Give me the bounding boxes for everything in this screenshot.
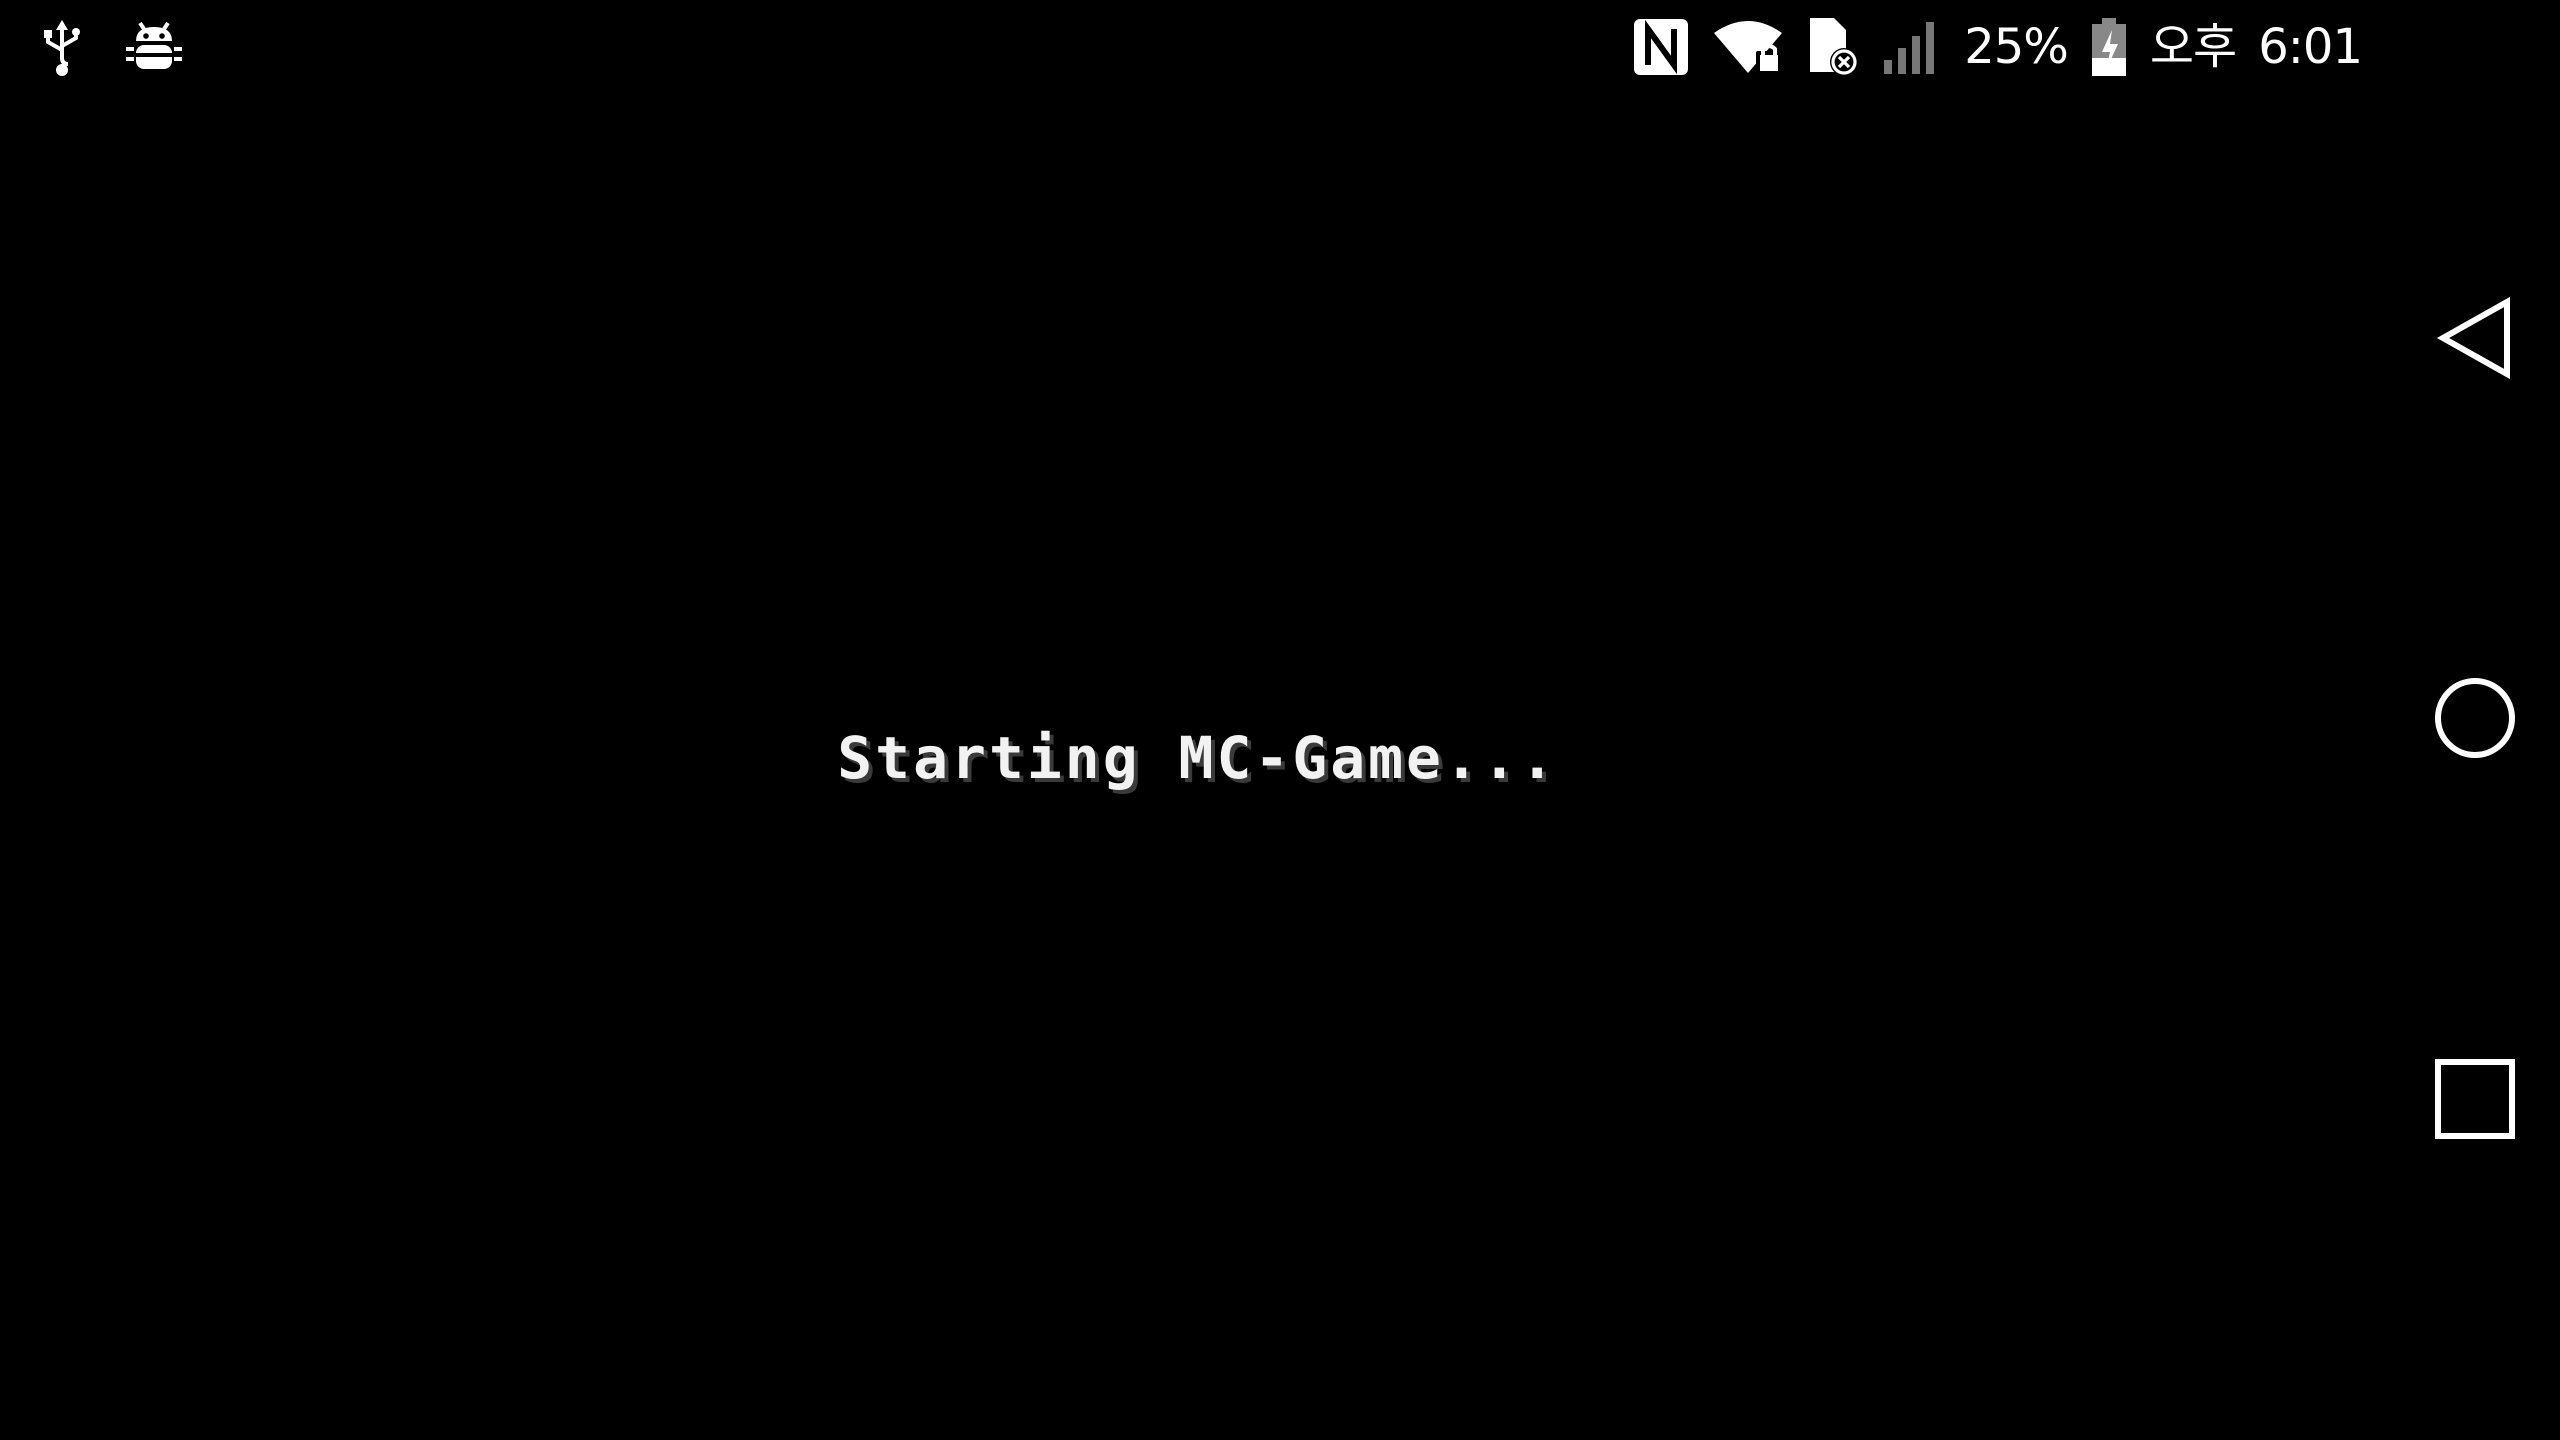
status-ampm: 오후 <box>2149 19 2237 75</box>
android-debug-icon <box>126 19 182 77</box>
wifi-locked-icon <box>1712 17 1784 77</box>
back-button[interactable] <box>2390 265 2560 415</box>
signal-icon <box>1882 18 1942 76</box>
recents-button[interactable] <box>2390 1026 2560 1176</box>
status-time: 6:01 <box>2258 19 2363 75</box>
home-icon <box>2433 676 2517 764</box>
screen: 25% 오후 6:01 Starting MC-Game... <box>0 0 2560 1440</box>
battery-charging-icon <box>2090 16 2128 78</box>
battery-percent: 25% <box>1964 19 2069 75</box>
status-bar-left <box>38 16 182 80</box>
nfc-icon <box>1632 17 1690 77</box>
loading-text: Starting MC-Game... <box>837 724 1558 792</box>
back-icon <box>2435 296 2515 384</box>
usb-icon <box>38 18 86 78</box>
status-bar-right: 25% 오후 6:01 <box>1632 14 2363 80</box>
sim-missing-icon <box>1806 16 1860 78</box>
recents-icon <box>2435 1059 2515 1143</box>
navigation-bar <box>2390 0 2560 1440</box>
home-button[interactable] <box>2390 645 2560 795</box>
